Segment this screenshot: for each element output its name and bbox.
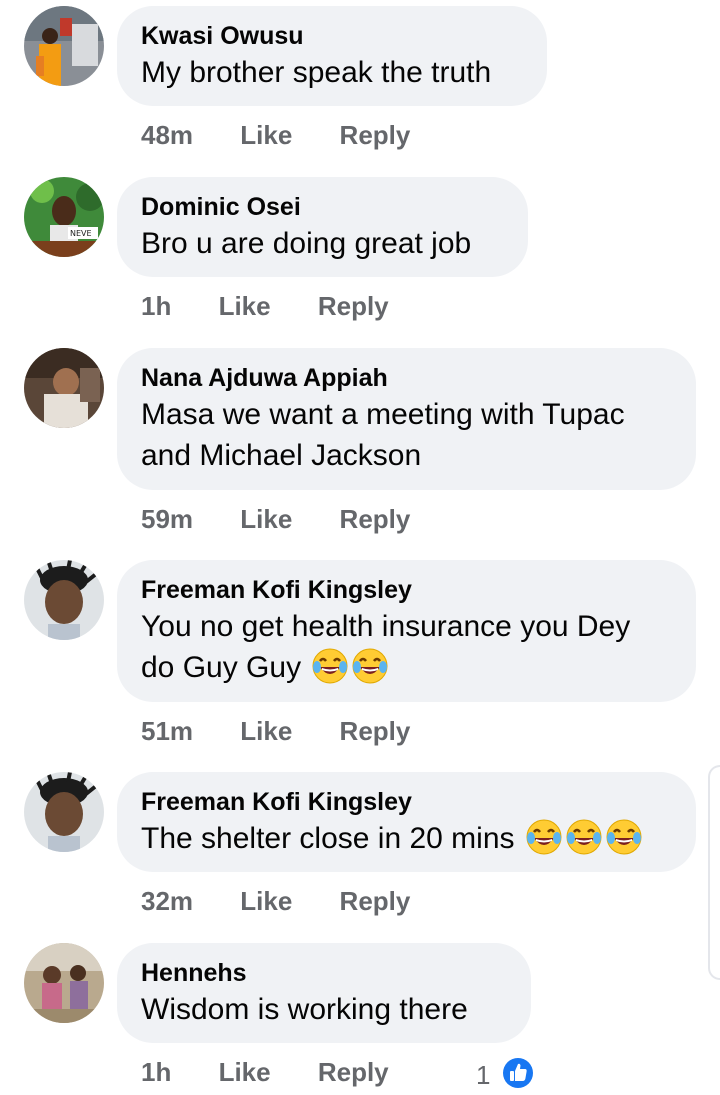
avatar[interactable] bbox=[24, 943, 104, 1023]
comment-time[interactable]: 51m bbox=[141, 716, 193, 746]
comment-text-line: You no get health insurance you Dey bbox=[141, 610, 631, 643]
comment-author[interactable]: Freeman Kofi Kingsley bbox=[141, 574, 672, 606]
comment-text-segment: do Guy Guy bbox=[141, 651, 302, 684]
comment-text: You no get health insurance you Dey do G… bbox=[141, 606, 672, 688]
comment-time[interactable]: 1h bbox=[141, 291, 171, 321]
comment-bubble: Dominic Osei Bro u are doing great job bbox=[117, 177, 528, 277]
comment-text-line: do Guy Guy bbox=[141, 647, 672, 688]
like-button[interactable]: Like bbox=[219, 1057, 271, 1087]
scrollbar[interactable] bbox=[708, 765, 720, 980]
comment-bubble: Freeman Kofi Kingsley The shelter close … bbox=[117, 772, 696, 872]
comment-bubble: Freeman Kofi Kingsley You no get health … bbox=[117, 560, 696, 702]
like-button[interactable]: Like bbox=[240, 716, 292, 746]
comment-actions: 51m Like Reply bbox=[141, 716, 410, 746]
laughing-crying-emoji bbox=[565, 818, 603, 856]
laughing-crying-emoji bbox=[605, 818, 643, 856]
reply-button[interactable]: Reply bbox=[340, 886, 411, 916]
comment-actions: 59m Like Reply bbox=[141, 504, 410, 534]
laughing-crying-emoji bbox=[525, 818, 563, 856]
comment-actions: 48m Like Reply bbox=[141, 120, 410, 150]
comment-text: Masa we want a meeting with Tupac and Mi… bbox=[141, 394, 672, 476]
comment-text: The shelter close in 20 mins bbox=[141, 818, 672, 859]
comment-text: Bro u are doing great job bbox=[141, 227, 472, 260]
comment-author[interactable]: Freeman Kofi Kingsley bbox=[141, 786, 672, 818]
comment-text: Wisdom is working there bbox=[141, 993, 468, 1026]
comment-text-line: and Michael Jackson bbox=[141, 439, 422, 472]
comment-text-segment: The shelter close in 20 mins bbox=[141, 822, 515, 855]
comment-author[interactable]: Dominic Osei bbox=[141, 191, 504, 223]
like-button[interactable]: Like bbox=[240, 504, 292, 534]
laughing-crying-emoji bbox=[351, 647, 389, 685]
avatar[interactable] bbox=[24, 348, 104, 428]
avatar[interactable] bbox=[24, 772, 104, 852]
reply-button[interactable]: Reply bbox=[340, 504, 411, 534]
comment-text: My brother speak the truth bbox=[141, 56, 492, 89]
comment-bubble: Hennehs Wisdom is working there bbox=[117, 943, 531, 1043]
comment-time[interactable]: 1h bbox=[141, 1057, 171, 1087]
laughing-crying-emoji bbox=[311, 647, 349, 685]
thumbs-up-icon bbox=[502, 1057, 534, 1089]
reaction-count: 1 bbox=[476, 1060, 491, 1090]
reply-button[interactable]: Reply bbox=[340, 120, 411, 150]
reply-button[interactable]: Reply bbox=[318, 291, 389, 321]
comment-bubble: Nana Ajduwa Appiah Masa we want a meetin… bbox=[117, 348, 696, 490]
avatar[interactable] bbox=[24, 560, 104, 640]
avatar[interactable]: NEVE bbox=[24, 177, 104, 257]
comment-actions: 1h Like Reply bbox=[141, 291, 389, 321]
comment-author[interactable]: Hennehs bbox=[141, 957, 507, 989]
comment-actions: 1h Like Reply 1 bbox=[141, 1057, 561, 1090]
reply-button[interactable]: Reply bbox=[318, 1057, 389, 1087]
comment-time[interactable]: 48m bbox=[141, 120, 193, 150]
reaction-summary[interactable]: 1 bbox=[476, 1057, 534, 1090]
comment-text-line: Masa we want a meeting with Tupac bbox=[141, 398, 625, 431]
comment-bubble: Kwasi Owusu My brother speak the truth bbox=[117, 6, 547, 106]
comment-author[interactable]: Nana Ajduwa Appiah bbox=[141, 362, 672, 394]
reply-button[interactable]: Reply bbox=[340, 716, 411, 746]
comment-time[interactable]: 32m bbox=[141, 886, 193, 916]
comment-time[interactable]: 59m bbox=[141, 504, 193, 534]
avatar[interactable] bbox=[24, 6, 104, 86]
comment-actions: 32m Like Reply bbox=[141, 886, 410, 916]
svg-text:NEVE: NEVE bbox=[70, 229, 92, 238]
comment-author[interactable]: Kwasi Owusu bbox=[141, 20, 523, 52]
like-button[interactable]: Like bbox=[240, 886, 292, 916]
like-button[interactable]: Like bbox=[240, 120, 292, 150]
like-button[interactable]: Like bbox=[219, 291, 271, 321]
